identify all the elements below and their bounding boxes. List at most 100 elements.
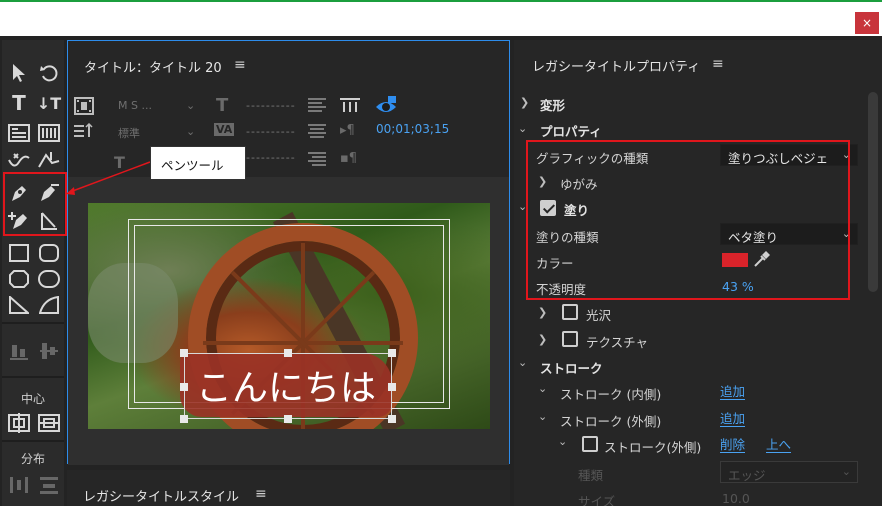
tools-divider [2,440,64,442]
font-style-chevron-icon[interactable]: ⌄ [186,125,195,138]
distribute-vertical-icon[interactable] [36,472,62,498]
outer-stroke-label[interactable]: ストローク (外側) [560,411,661,430]
font-size-icon: T [216,95,229,116]
tools-panel: T ↓T 中心 分布 [2,40,64,506]
resize-handle[interactable] [388,349,396,357]
chevron-down-icon[interactable]: ⌄ [518,356,527,369]
font-style-select[interactable]: 標準 [118,125,140,141]
pen-tool-highlight [3,172,67,236]
texture-checkbox[interactable] [562,331,578,347]
properties-section[interactable]: プロパティ [540,121,602,140]
font-size-value[interactable]: ---------- [246,99,296,112]
chevron-down-icon[interactable]: ⌄ [518,122,527,135]
chevron-down-icon[interactable]: ⌄ [558,435,567,448]
kerning-icon: VA [214,123,235,136]
styles-menu-icon[interactable]: ≡ [255,486,267,502]
title-styles-panel: レガシータイトルスタイル ≡ [67,470,510,506]
sheen-section[interactable]: 光沢 [586,305,611,324]
area-type-tool-icon[interactable] [6,120,32,146]
tab-forward-icon[interactable]: ▸¶ [340,123,355,138]
chevron-right-icon[interactable]: ❯ [520,96,529,109]
paragraph-icon[interactable]: ▪¶ [340,151,357,166]
resize-handle[interactable] [284,349,292,357]
bold-text-icon[interactable]: T [114,153,125,172]
move-stroke-up-link[interactable]: 上へ [766,437,792,453]
align-center-icon[interactable] [308,123,326,143]
distribute-horizontal-icon[interactable] [6,472,32,498]
window-titlebar: × [0,0,882,36]
vertical-area-type-tool-icon[interactable] [36,120,62,146]
chevron-down-icon[interactable]: ⌄ [538,382,547,395]
stroke-section[interactable]: ストローク [540,358,603,377]
title-panel-name: タイトル：タイトル 20 [84,61,222,76]
fill-properties-highlight [526,140,850,300]
selection-tool-icon[interactable] [6,60,32,86]
inner-stroke-label[interactable]: ストローク (内側) [560,384,661,403]
leading-value[interactable]: ---------- [246,151,296,164]
align-right-icon[interactable] [308,151,326,171]
background-video-icon[interactable] [74,97,94,119]
delete-stroke-link[interactable]: 削除 [720,437,746,453]
resize-handle[interactable] [388,415,396,423]
chevron-right-icon[interactable]: ❯ [538,333,547,346]
arc-tool-icon[interactable] [36,292,62,318]
center-vertical-icon[interactable] [36,410,62,436]
background-video-frame: こんにちは [88,203,490,429]
rotate-tool-icon[interactable] [36,60,62,86]
tab-stops-icon[interactable] [74,122,94,143]
vertical-type-tool-icon[interactable]: ↓T [36,90,62,116]
resize-handle[interactable] [180,349,188,357]
resize-handle[interactable] [284,415,292,423]
styles-panel-title: レガシータイトルスタイル [83,490,240,505]
title-toolbar: M S ... ⌄ 標準 ⌄ T T ---------- VA -------… [68,89,509,177]
title-canvas[interactable]: こんにちは [68,177,509,465]
align-vertical-center-icon[interactable] [36,338,62,364]
align-bottom-icon[interactable] [6,338,32,364]
resize-handle[interactable] [180,383,188,391]
kerning-value[interactable]: ---------- [246,125,296,138]
align-left-icon[interactable] [308,97,326,117]
font-family-select[interactable]: M S ... [118,99,152,112]
clipped-corner-rectangle-tool-icon[interactable] [6,266,32,292]
stroke-type-value: エッジ [728,468,766,483]
chevron-down-icon[interactable]: ⌄ [538,410,547,423]
vertical-path-type-tool-icon[interactable] [36,148,62,174]
properties-panel-title: レガシータイトルプロパティ [532,60,701,75]
sheen-checkbox[interactable] [562,304,578,320]
panel-menu-icon[interactable]: ≡ [234,57,246,73]
chevron-down-icon: ⌄ [841,465,851,478]
path-type-tool-icon[interactable] [6,148,32,174]
rectangle-tool-icon[interactable] [6,240,32,266]
outer-stroke-checkbox[interactable] [582,436,598,452]
chevron-right-icon[interactable]: ❯ [538,306,547,319]
rounded-rectangle-tool-icon[interactable] [36,240,62,266]
premiere-titler: T ↓T 中心 分布 タイトル：タイトル 20 ≡ M S ... ⌄ 標準 ⌄… [0,36,882,506]
distribute-label: 分布 [20,452,45,466]
properties-scrollbar[interactable] [868,92,878,292]
stroke-size-value[interactable]: 10.0 [722,491,750,506]
timecode-display[interactable]: 00;01;03;15 [376,122,449,136]
outer-stroke-item[interactable]: ストローク(外側) [604,437,701,456]
add-inner-stroke-link[interactable]: 追加 [720,384,746,400]
texture-section[interactable]: テクスチャ [586,332,648,351]
wedge-tool-icon[interactable] [6,292,32,318]
text-bounding-box[interactable] [184,353,392,419]
tools-divider [2,322,64,324]
tools-divider [2,376,64,378]
title-designer-panel: タイトル：タイトル 20 ≡ M S ... ⌄ 標準 ⌄ T T ------… [67,40,510,465]
word-wrap-icon[interactable] [340,97,360,117]
ellipse-tool-icon[interactable] [36,266,62,292]
center-horizontal-icon[interactable] [6,410,32,436]
font-family-chevron-icon[interactable]: ⌄ [186,99,195,112]
type-tool-icon[interactable]: T [6,90,32,116]
add-outer-stroke-link[interactable]: 追加 [720,411,746,427]
transform-section[interactable]: 変形 [540,95,565,114]
stroke-type-dropdown[interactable]: エッジ ⌄ [720,461,858,483]
show-background-video-icon[interactable] [374,95,398,121]
center-label: 中心 [20,392,45,406]
pen-tool-callout: ペンツール [150,146,246,180]
close-button[interactable]: × [855,12,879,34]
resize-handle[interactable] [180,415,188,423]
properties-menu-icon[interactable]: ≡ [712,56,724,72]
resize-handle[interactable] [388,383,396,391]
